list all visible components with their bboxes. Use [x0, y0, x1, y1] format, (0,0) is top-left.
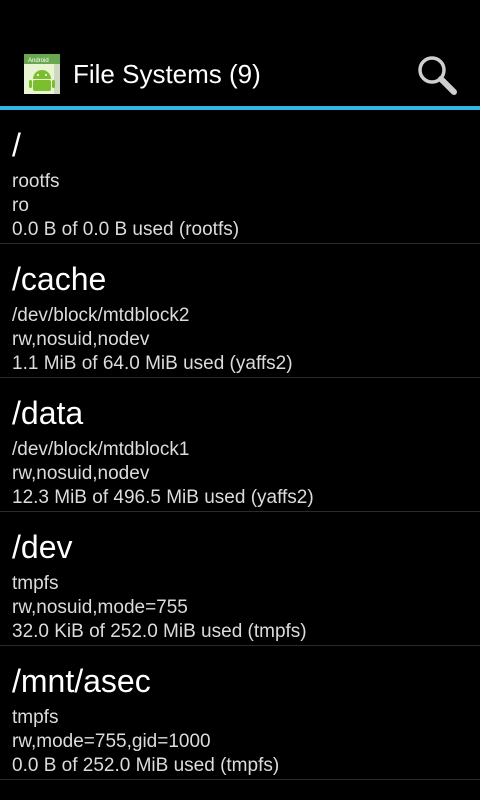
action-bar: Android File Systems (9) — [0, 38, 480, 106]
mount-point: /data — [12, 395, 84, 431]
usage-text: 1.1 MiB of 64.0 MiB used (yaffs2) — [12, 353, 293, 374]
mount-point: /cache — [12, 261, 107, 297]
mount-point: /dev — [12, 529, 73, 565]
list-item[interactable]: /data /dev/block/mtdblock1 rw,nosuid,nod… — [0, 378, 480, 512]
android-app-icon: Android — [24, 54, 60, 94]
mount-options: rw,nosuid,nodev — [12, 329, 150, 350]
mount-options: rw,nosuid,mode=755 — [12, 597, 188, 618]
device-name: tmpfs — [12, 707, 59, 728]
status-bar — [0, 0, 480, 38]
mount-options: ro — [12, 195, 29, 216]
search-button[interactable] — [408, 50, 464, 100]
mount-point: / — [12, 127, 21, 163]
page-title: File Systems (9) — [73, 59, 261, 89]
app-icon-text: Android — [28, 58, 49, 64]
mount-options: rw,nosuid,nodev — [12, 463, 150, 484]
usage-text: 12.3 MiB of 496.5 MiB used (yaffs2) — [12, 487, 314, 508]
usage-text: 0.0 B of 252.0 MiB used (tmpfs) — [12, 755, 280, 776]
search-icon[interactable] — [416, 54, 458, 96]
list-item[interactable]: /cache /dev/block/mtdblock2 rw,nosuid,no… — [0, 244, 480, 378]
mount-options: rw,mode=755,gid=1000 — [12, 731, 211, 752]
filesystem-list: / rootfs ro 0.0 B of 0.0 B used (rootfs)… — [0, 110, 480, 800]
list-item[interactable]: / rootfs ro 0.0 B of 0.0 B used (rootfs) — [0, 110, 480, 244]
mount-point: /mnt/asec — [12, 663, 151, 699]
device-name: rootfs — [12, 171, 60, 192]
usage-text: 0.0 B of 0.0 B used (rootfs) — [12, 219, 240, 240]
list-item[interactable]: /dev tmpfs rw,nosuid,mode=755 32.0 KiB o… — [0, 512, 480, 646]
device-name: tmpfs — [12, 573, 59, 594]
device-name: /dev/block/mtdblock2 — [12, 305, 190, 326]
device-name: /dev/block/mtdblock1 — [12, 439, 190, 460]
usage-text: 32.0 KiB of 252.0 MiB used (tmpfs) — [12, 621, 307, 642]
list-item[interactable]: /mnt/asec tmpfs rw,mode=755,gid=1000 0.0… — [0, 646, 480, 780]
